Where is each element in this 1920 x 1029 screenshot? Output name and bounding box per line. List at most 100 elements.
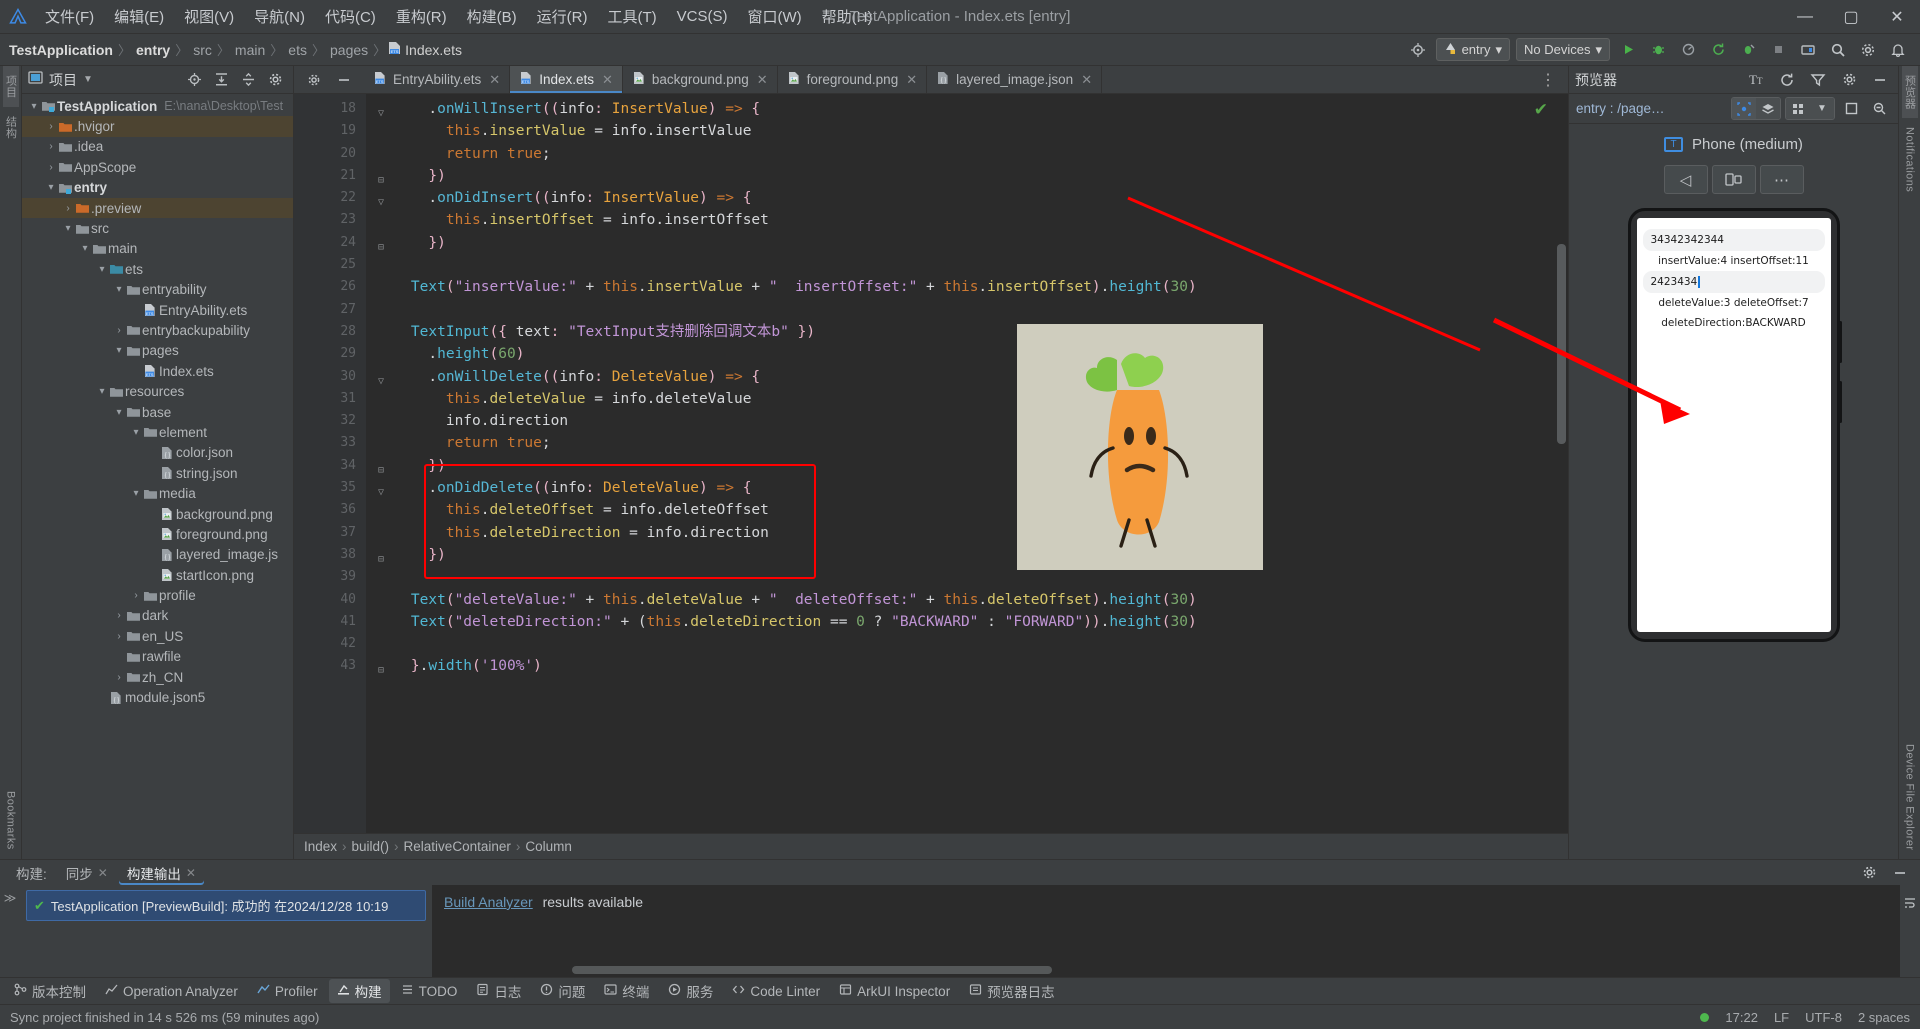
- line-number[interactable]: 26: [294, 276, 366, 298]
- line-number[interactable]: 29: [294, 343, 366, 365]
- tree-expand-arrow[interactable]: ›: [113, 325, 125, 336]
- tree-item-background-png[interactable]: background.png: [22, 504, 293, 524]
- tree-item-base[interactable]: ▾ base: [22, 402, 293, 422]
- tree-expand-arrow[interactable]: ▾: [28, 101, 40, 112]
- bottom-tab-sync[interactable]: 同步 ✕: [58, 861, 116, 885]
- code-line[interactable]: return true;: [376, 143, 1554, 165]
- bottom-tab-build[interactable]: 构建:: [8, 861, 55, 885]
- line-number[interactable]: 31: [294, 388, 366, 410]
- tree-expand-arrow[interactable]: ▾: [96, 386, 108, 397]
- tree-item-profile[interactable]: › profile: [22, 585, 293, 605]
- status-item-operation-analyzer[interactable]: Operation Analyzer: [97, 981, 246, 1001]
- device-selector[interactable]: No Devices ▾: [1516, 38, 1610, 61]
- status-item-log[interactable]: 日志: [468, 979, 529, 1003]
- editor-tab-entryability-ets[interactable]: ETS EntryAbility.ets ✕: [364, 66, 511, 93]
- tree-expand-arrow[interactable]: ›: [45, 141, 57, 152]
- phone-screen[interactable]: 34342342344 insertValue:4 insertOffset:1…: [1636, 218, 1831, 632]
- breadcrumb-item-entry[interactable]: entry: [133, 41, 173, 59]
- status-item-arkui-inspector[interactable]: ArkUI Inspector: [831, 981, 958, 1001]
- console-horizontal-scrollbar[interactable]: [572, 966, 1052, 974]
- tree-item-string-json[interactable]: {} string.json: [22, 463, 293, 483]
- tree-item-color-json[interactable]: {} color.json: [22, 443, 293, 463]
- target-icon[interactable]: [1406, 38, 1430, 62]
- line-number[interactable]: 20: [294, 143, 366, 165]
- minimize-panel-icon[interactable]: [1868, 68, 1892, 92]
- editor-breadcrumb-index[interactable]: Index: [304, 839, 337, 854]
- status-item-services[interactable]: 服务: [660, 979, 721, 1003]
- run-icon[interactable]: [1616, 38, 1640, 62]
- minimize-panel-icon[interactable]: [1888, 861, 1912, 885]
- breadcrumb-item-project[interactable]: TestApplication: [6, 41, 116, 59]
- line-number[interactable]: 32: [294, 410, 366, 432]
- breadcrumb-item-src[interactable]: src: [190, 41, 215, 59]
- line-number[interactable]: 37: [294, 522, 366, 544]
- code-fold-icon[interactable]: ⊟: [373, 460, 384, 476]
- build-tree[interactable]: ✔ TestApplication [PreviewBuild]: 成功的 在2…: [20, 885, 432, 977]
- line-number[interactable]: 21 ⊟: [294, 165, 384, 187]
- tree-item-layered-image-js[interactable]: {} layered_image.js: [22, 545, 293, 565]
- line-number[interactable]: 25: [294, 254, 366, 276]
- line-number[interactable]: 22 ▽: [294, 187, 384, 209]
- code-line[interactable]: .onDidDelete((info: DeleteValue) => {: [376, 477, 1554, 499]
- line-number[interactable]: 38 ⊟: [294, 544, 384, 566]
- gear-icon[interactable]: [1837, 68, 1861, 92]
- project-tree[interactable]: ▾ TestApplication E:\nana\Desktop\Test › .hv…: [22, 94, 293, 859]
- code-line[interactable]: [376, 254, 1554, 276]
- editor-tab-foreground-png[interactable]: foreground.png ✕: [778, 66, 928, 93]
- tree-item-testapplication[interactable]: ▾ TestApplication E:\nana\Desktop\Test: [22, 96, 293, 116]
- preview-mode-segment[interactable]: [1731, 97, 1781, 120]
- strip-tab-previewer[interactable]: 预览器: [1901, 66, 1918, 119]
- code-line[interactable]: Text("insertValue:" + this.insertValue +…: [376, 276, 1554, 298]
- close-icon[interactable]: ✕: [489, 72, 500, 88]
- menu-tools[interactable]: 工具(T): [598, 2, 665, 31]
- line-number[interactable]: 34 ⊟: [294, 455, 384, 477]
- tree-item-ets[interactable]: ▾ ets: [22, 259, 293, 279]
- tree-item-entry[interactable]: ▾ entry: [22, 178, 293, 198]
- build-output-console[interactable]: Build Analyzer results available: [432, 885, 1900, 977]
- profile-icon[interactable]: [1676, 38, 1700, 62]
- code-line[interactable]: .onDidInsert((info: InsertValue) => {: [376, 187, 1554, 209]
- breadcrumb-item-ets[interactable]: ets: [285, 41, 310, 59]
- line-number[interactable]: 42: [294, 633, 366, 655]
- code-line[interactable]: [376, 566, 1554, 588]
- tree-expand-arrow[interactable]: ›: [113, 610, 125, 621]
- gear-icon[interactable]: [263, 68, 287, 92]
- close-button[interactable]: ✕: [1874, 0, 1920, 33]
- editor-tab-layered-image-json[interactable]: {} layered_image.json ✕: [927, 66, 1103, 93]
- code-fold-icon[interactable]: ▽: [373, 371, 384, 387]
- menu-vcs[interactable]: VCS(S): [668, 4, 737, 29]
- code-line[interactable]: .onWillInsert((info: InsertValue) => {: [376, 98, 1554, 120]
- code-line[interactable]: }): [376, 232, 1554, 254]
- zoom-out-icon[interactable]: [1867, 97, 1891, 121]
- minimize-button[interactable]: —: [1782, 0, 1828, 33]
- status-item-terminal[interactable]: 终端: [596, 979, 657, 1003]
- status-item-preview-log[interactable]: 预览器日志: [961, 979, 1063, 1003]
- code-line[interactable]: }): [376, 544, 1554, 566]
- strip-tab-project[interactable]: 项目: [2, 66, 19, 107]
- tree-item-pages[interactable]: ▾ pages: [22, 341, 293, 361]
- refresh-icon[interactable]: [1775, 68, 1799, 92]
- menu-view[interactable]: 视图(V): [175, 2, 243, 31]
- menu-window[interactable]: 窗口(W): [738, 2, 810, 31]
- preview-text-input-2[interactable]: 2423434: [1642, 271, 1825, 293]
- close-icon[interactable]: ✕: [757, 72, 768, 88]
- tree-item-appscope[interactable]: › AppScope: [22, 157, 293, 177]
- notifications-icon[interactable]: [1886, 38, 1910, 62]
- status-item-build[interactable]: 构建: [328, 979, 390, 1003]
- filter-icon[interactable]: [1806, 68, 1830, 92]
- strip-tab-notifications[interactable]: Notifications: [1904, 118, 1916, 201]
- line-number[interactable]: 43 ⊟: [294, 655, 384, 677]
- tree-item--hvigor[interactable]: › .hvigor: [22, 116, 293, 137]
- line-number-gutter[interactable]: 18 ▽ 19 20 21 ⊟ 22 ▽ 23 24 ⊟ 25 26 27 28 29 30 ▽ 31 32 33 34 ⊟…: [294, 94, 384, 833]
- code-editor[interactable]: 18 ▽ 19 20 21 ⊟ 22 ▽ 23 24 ⊟ 25 26 27 28 29 30 ▽ 31 32 33 34 ⊟…: [294, 94, 1568, 833]
- code-line[interactable]: .height(60): [376, 343, 1554, 365]
- editor-breadcrumb-column[interactable]: Column: [525, 839, 572, 854]
- rotate-icon[interactable]: [1711, 165, 1756, 194]
- search-icon[interactable]: [1826, 38, 1850, 62]
- grid-icon[interactable]: [1786, 98, 1810, 119]
- back-icon[interactable]: ◁: [1663, 165, 1708, 194]
- code-line[interactable]: Text("deleteValue:" + this.deleteValue +…: [376, 589, 1554, 611]
- collapse-all-icon[interactable]: [236, 68, 260, 92]
- menu-run[interactable]: 运行(R): [528, 2, 597, 31]
- code-line[interactable]: this.insertValue = info.insertValue: [376, 120, 1554, 142]
